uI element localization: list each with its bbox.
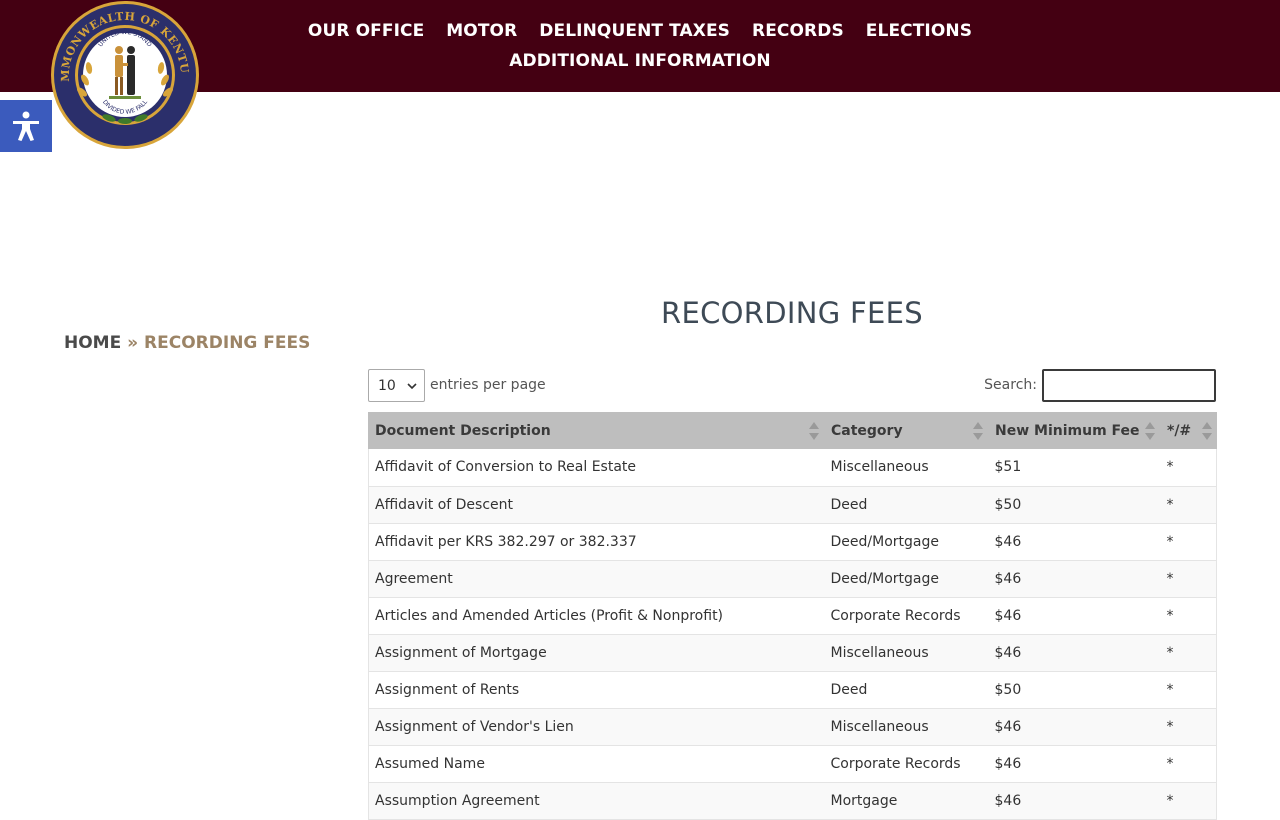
entries-per-page-label: entries per page bbox=[430, 377, 546, 393]
cell-category: Deed bbox=[824, 671, 989, 709]
chevron-down-icon bbox=[407, 383, 417, 390]
cell-description: Assignment of Rents bbox=[368, 671, 825, 709]
nav-delinquent-taxes[interactable]: DELINQUENT TAXES bbox=[539, 21, 730, 41]
column-header-label: New Minimum Fee bbox=[995, 422, 1140, 439]
table-row: Assignment of Mortgage Miscellaneous $46… bbox=[368, 634, 1217, 672]
cell-category: Deed/Mortgage bbox=[824, 523, 989, 561]
breadcrumb: HOME » RECORDING FEES bbox=[64, 333, 310, 353]
cell-category: Miscellaneous bbox=[824, 634, 989, 672]
search-label: Search: bbox=[984, 377, 1037, 393]
sort-icon bbox=[973, 422, 983, 440]
cell-fee: $50 bbox=[988, 486, 1161, 524]
cell-category: Miscellaneous bbox=[824, 449, 989, 487]
breadcrumb-current: RECORDING FEES bbox=[144, 333, 311, 353]
cell-description: Assignment of Mortgage bbox=[368, 634, 825, 672]
cell-description: Assignment of Vendor's Lien bbox=[368, 708, 825, 746]
column-header-document-description[interactable]: Document Description bbox=[368, 412, 825, 449]
table-row: Assignment of Rents Deed $50 * bbox=[368, 671, 1217, 709]
cell-mark: * bbox=[1160, 708, 1217, 746]
cell-fee: $46 bbox=[988, 782, 1161, 820]
cell-category: Deed/Mortgage bbox=[824, 560, 989, 598]
kentucky-seal-logo[interactable]: COMMONWEALTH OF KENTUCKY UNITED WE STAND… bbox=[44, 0, 201, 150]
sort-icon bbox=[809, 422, 819, 440]
recording-fees-table-wrapper: Document Description Category New Minimu… bbox=[368, 412, 1217, 820]
table-row: Assumed Name Corporate Records $46 * bbox=[368, 745, 1217, 783]
cell-description: Affidavit of Conversion to Real Estate bbox=[368, 449, 825, 487]
cell-fee: $46 bbox=[988, 708, 1161, 746]
nav-our-office[interactable]: OUR OFFICE bbox=[308, 21, 424, 41]
cell-mark: * bbox=[1160, 782, 1217, 820]
cell-mark: * bbox=[1160, 671, 1217, 709]
cell-description: Agreement bbox=[368, 560, 825, 598]
cell-mark: * bbox=[1160, 449, 1217, 487]
cell-mark: * bbox=[1160, 745, 1217, 783]
accessibility-toggle-button[interactable] bbox=[0, 100, 52, 152]
cell-category: Corporate Records bbox=[824, 597, 989, 635]
cell-fee: $46 bbox=[988, 634, 1161, 672]
search-input[interactable] bbox=[1042, 369, 1216, 402]
table-controls: 10 entries per page Search: bbox=[368, 369, 1216, 402]
cell-category: Deed bbox=[824, 486, 989, 524]
seal-icon: COMMONWEALTH OF KENTUCKY UNITED WE STAND… bbox=[44, 0, 199, 149]
cell-description: Affidavit per KRS 382.297 or 382.337 bbox=[368, 523, 825, 561]
cell-mark: * bbox=[1160, 560, 1217, 598]
cell-description: Assumption Agreement bbox=[368, 782, 825, 820]
cell-description: Assumed Name bbox=[368, 745, 825, 783]
table-row: Assumption Agreement Mortgage $46 * bbox=[368, 782, 1217, 820]
column-header-label: Category bbox=[831, 422, 903, 439]
column-header-category[interactable]: Category bbox=[824, 412, 989, 449]
cell-category: Mortgage bbox=[824, 782, 989, 820]
cell-fee: $46 bbox=[988, 560, 1161, 598]
table-row: Affidavit per KRS 382.297 or 382.337 Dee… bbox=[368, 523, 1217, 561]
column-header-label: */# bbox=[1167, 422, 1192, 439]
nav-elections[interactable]: ELECTIONS bbox=[866, 21, 972, 41]
cell-description: Affidavit of Descent bbox=[368, 486, 825, 524]
cell-fee: $46 bbox=[988, 523, 1161, 561]
table-row: Assignment of Vendor's Lien Miscellaneou… bbox=[368, 708, 1217, 746]
table-row: Agreement Deed/Mortgage $46 * bbox=[368, 560, 1217, 598]
cell-fee: $51 bbox=[988, 449, 1161, 487]
cell-mark: * bbox=[1160, 597, 1217, 635]
entries-per-page-value: 10 bbox=[378, 377, 396, 394]
table-row: Affidavit of Descent Deed $50 * bbox=[368, 486, 1217, 524]
nav-additional-information[interactable]: ADDITIONAL INFORMATION bbox=[509, 51, 770, 71]
nav-motor[interactable]: MOTOR bbox=[446, 21, 517, 41]
sort-icon bbox=[1201, 422, 1212, 440]
breadcrumb-home-link[interactable]: HOME bbox=[64, 333, 121, 353]
recording-fees-table: Document Description Category New Minimu… bbox=[368, 412, 1217, 820]
cell-category: Miscellaneous bbox=[824, 708, 989, 746]
column-header-label: Document Description bbox=[375, 422, 551, 439]
column-header-new-minimum-fee[interactable]: New Minimum Fee bbox=[988, 412, 1161, 449]
cell-category: Corporate Records bbox=[824, 745, 989, 783]
cell-fee: $50 bbox=[988, 671, 1161, 709]
table-row: Articles and Amended Articles (Profit & … bbox=[368, 597, 1217, 635]
cell-fee: $46 bbox=[988, 597, 1161, 635]
cell-description: Articles and Amended Articles (Profit & … bbox=[368, 597, 825, 635]
entries-per-page-select[interactable]: 10 bbox=[368, 369, 425, 402]
cell-fee: $46 bbox=[988, 745, 1161, 783]
table-row: Affidavit of Conversion to Real Estate M… bbox=[368, 449, 1217, 487]
accessibility-person-icon bbox=[13, 111, 39, 141]
cell-mark: * bbox=[1160, 634, 1217, 672]
column-header-mark[interactable]: */# bbox=[1160, 412, 1217, 449]
sort-icon bbox=[1145, 422, 1155, 440]
cell-mark: * bbox=[1160, 523, 1217, 561]
nav-records[interactable]: RECORDS bbox=[752, 21, 844, 41]
cell-mark: * bbox=[1160, 486, 1217, 524]
table-header-row: Document Description Category New Minimu… bbox=[368, 412, 1217, 449]
breadcrumb-separator: » bbox=[127, 333, 139, 353]
page-title: RECORDING FEES bbox=[661, 296, 923, 330]
